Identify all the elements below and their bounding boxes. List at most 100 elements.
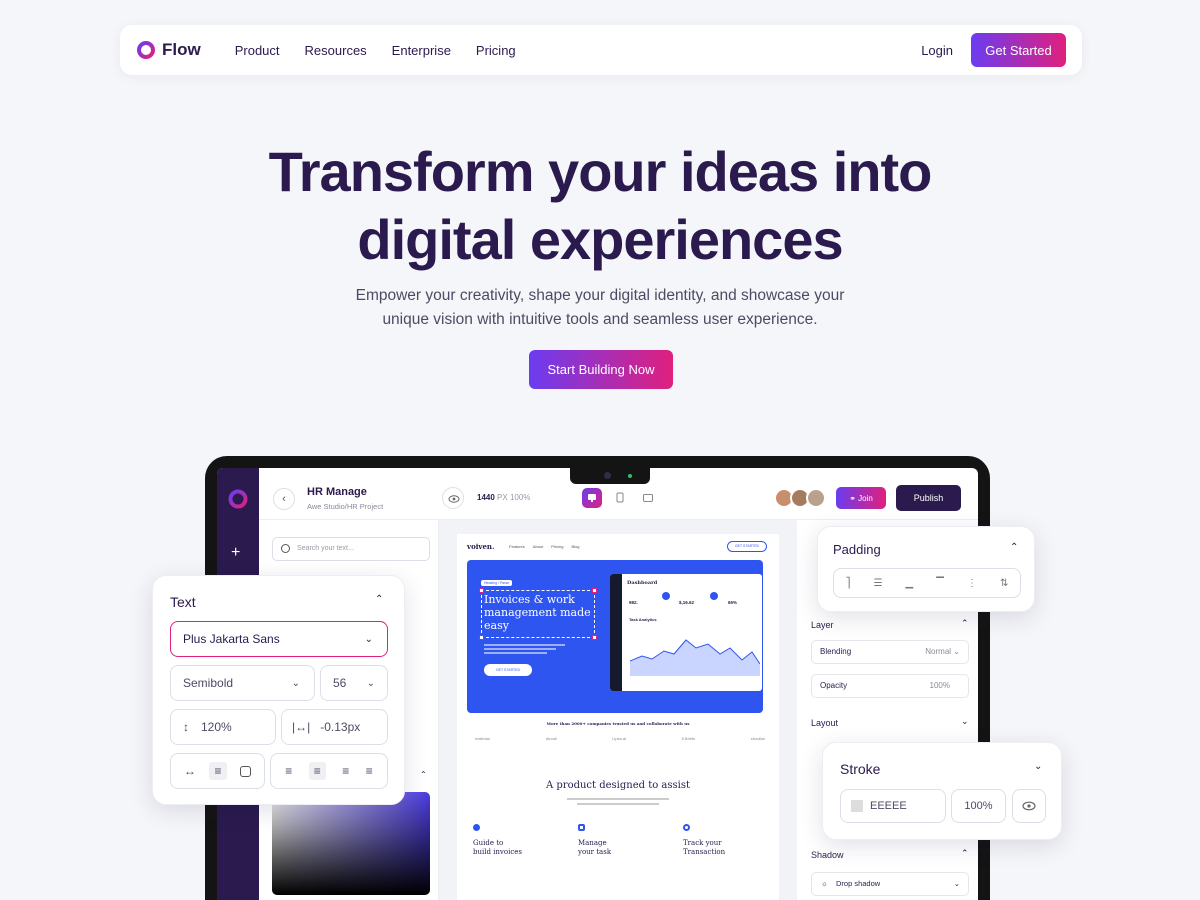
trusted-by-text: More than 2000+ companies trusted us and… <box>546 721 690 726</box>
stroke-color-value: EEEEE <box>870 800 907 812</box>
fixed-size-icon[interactable] <box>240 765 252 777</box>
chevron-down-icon[interactable]: ⌄ <box>1034 761 1042 772</box>
chevron-down-icon[interactable]: ⌄ <box>961 716 969 727</box>
join-label: Join <box>858 493 873 503</box>
site-nav-item: Features <box>509 544 525 549</box>
nav-link-resources[interactable]: Resources <box>305 43 367 58</box>
site-nav: Features About Pricing Blog <box>509 544 580 549</box>
chevron-up-icon[interactable]: ⌃ <box>1010 542 1018 553</box>
publish-button[interactable]: Publish <box>896 485 961 511</box>
site-hero-copy <box>484 644 574 658</box>
line-height-field[interactable]: ↕ 120% <box>170 709 276 745</box>
eye-icon <box>448 495 460 503</box>
drop-shadow-select[interactable]: ☼ Drop shadow ⌄ <box>811 872 969 896</box>
chevron-down-icon: ⌄ <box>366 677 375 689</box>
login-link[interactable]: Login <box>921 43 953 58</box>
project-title: HR Manage <box>307 486 367 498</box>
feature-title: your task <box>578 848 612 856</box>
chevron-up-icon[interactable]: ⌃ <box>420 770 427 779</box>
align-left-icon[interactable]: ≡ <box>285 764 292 778</box>
join-button[interactable]: ⚭ Join <box>836 487 886 509</box>
resize-horizontal-icon[interactable]: ↔ <box>184 764 196 778</box>
partner-logos: mailman Aircall Lipsa.ai 5 Briefs shoutl… <box>475 736 765 741</box>
stroke-color-field[interactable]: EEEEE <box>840 789 946 823</box>
collaborator-avatars[interactable] <box>774 488 826 508</box>
chevron-up-icon[interactable]: ⌃ <box>961 618 969 629</box>
feature-title: build invoices <box>473 848 522 856</box>
dashboard-stat: 65% <box>728 600 738 605</box>
top-navbar: Flow Product Resources Enterprise Pricin… <box>120 25 1082 75</box>
opacity-row[interactable]: Opacity 100% <box>811 674 969 698</box>
sun-icon: ☼ <box>821 879 828 888</box>
nav-link-pricing[interactable]: Pricing <box>476 43 516 58</box>
letter-spacing-field[interactable]: |↔| -0.13px <box>281 709 388 745</box>
brand-logo[interactable]: Flow <box>136 40 201 60</box>
canvas-width-unit: PX <box>497 493 508 502</box>
blending-select[interactable]: Normal ⌄ <box>925 641 960 663</box>
nav-link-enterprise[interactable]: Enterprise <box>392 43 451 58</box>
preview-eye-button[interactable] <box>442 487 464 509</box>
site-nav-item: About <box>532 544 544 549</box>
text-properties-panel: Text ⌃ Plus Jakarta Sans ⌄ Semibold ⌄ 56… <box>152 575 405 805</box>
desktop-view-button[interactable] <box>582 488 602 508</box>
distribute-icon[interactable]: ⇅ <box>1000 578 1008 589</box>
font-weight-select[interactable]: Semibold ⌄ <box>170 665 315 701</box>
get-started-button[interactable]: Get Started <box>971 33 1066 67</box>
search-input[interactable]: Search your text... <box>272 537 430 561</box>
layout-heading: Layout <box>811 718 839 728</box>
chevron-down-icon: ⌄ <box>291 677 300 689</box>
camera-notch <box>570 468 650 484</box>
stroke-visibility-button[interactable] <box>1012 789 1046 823</box>
chevron-up-icon[interactable]: ⌃ <box>961 848 969 859</box>
chevron-up-icon[interactable]: ⌃ <box>375 594 383 605</box>
mobile-view-button[interactable] <box>638 488 658 508</box>
opacity-value[interactable]: 100% <box>930 675 950 697</box>
feature-title: Transaction <box>683 848 726 856</box>
blending-label: Blending <box>820 647 852 656</box>
nav-link-product[interactable]: Product <box>235 43 280 58</box>
letter-spacing-icon: |↔| <box>292 720 311 734</box>
align-vertical-center-icon[interactable]: ⋮ <box>967 578 977 589</box>
color-picker[interactable] <box>272 792 430 895</box>
site-hero-tag: Heading / Parse <box>481 580 513 586</box>
start-building-button[interactable]: Start Building Now <box>529 350 673 389</box>
hero-title: Transform your ideas into digital experi… <box>0 138 1200 274</box>
hero-title-line-1: Transform your ideas into <box>268 140 933 203</box>
zoom-level: 100% <box>509 493 531 502</box>
mobile-icon <box>643 494 653 502</box>
back-button[interactable]: ‹ <box>273 488 295 510</box>
avatar[interactable] <box>806 488 826 508</box>
task-analytics-title: Task Analytics <box>629 617 657 622</box>
stroke-opacity-field[interactable]: 100% <box>951 789 1006 823</box>
stat-dot <box>662 592 670 600</box>
add-icon[interactable]: + <box>231 544 240 562</box>
align-horizontal-center-icon[interactable]: ☰ <box>874 578 883 589</box>
hero-title-line-2: digital experiences <box>357 208 843 271</box>
selection-handle[interactable] <box>479 635 484 640</box>
blending-row[interactable]: Blending Normal ⌄ <box>811 640 969 664</box>
text-align-group: ≡ ≡ ≡ ≡ <box>270 753 388 789</box>
site-features: Guide to build invoices Manage your task… <box>473 824 773 857</box>
website-preview[interactable]: voiven. Features About Pricing Blog GET … <box>457 534 779 900</box>
site-hero-cta: GET STARTED <box>484 664 532 676</box>
brand-name: Flow <box>162 40 201 59</box>
align-center-icon[interactable]: ≡ <box>308 762 326 780</box>
stroke-panel-title: Stroke <box>840 761 881 777</box>
selection-handle[interactable] <box>592 635 597 640</box>
site-nav-cta: GET STARTED <box>727 541 767 552</box>
site-hero-banner: Heading / Parse Invoices & work manageme… <box>467 560 763 713</box>
align-right-icon[interactable]: ≡ <box>342 764 349 778</box>
dashboard-sidebar <box>610 574 622 691</box>
chevron-down-icon: ⌄ <box>364 633 373 645</box>
auto-width-icon[interactable]: ≡ <box>209 762 227 780</box>
align-top-icon[interactable]: ▔ <box>936 578 944 589</box>
tablet-view-button[interactable] <box>610 488 630 508</box>
align-bottom-icon[interactable]: ▁ <box>906 578 914 589</box>
site-section-title: A product designed to assist <box>545 780 691 791</box>
text-direction-group: ↔ ≡ <box>170 753 265 789</box>
font-family-select[interactable]: Plus Jakarta Sans ⌄ <box>170 621 388 657</box>
padding-options: ⎤ ☰ ▁ ▔ ⋮ ⇅ <box>833 568 1021 598</box>
align-left-edge-icon[interactable]: ⎤ <box>846 578 851 589</box>
font-size-select[interactable]: 56 ⌄ <box>320 665 388 701</box>
align-justify-icon[interactable]: ≡ <box>366 764 373 778</box>
